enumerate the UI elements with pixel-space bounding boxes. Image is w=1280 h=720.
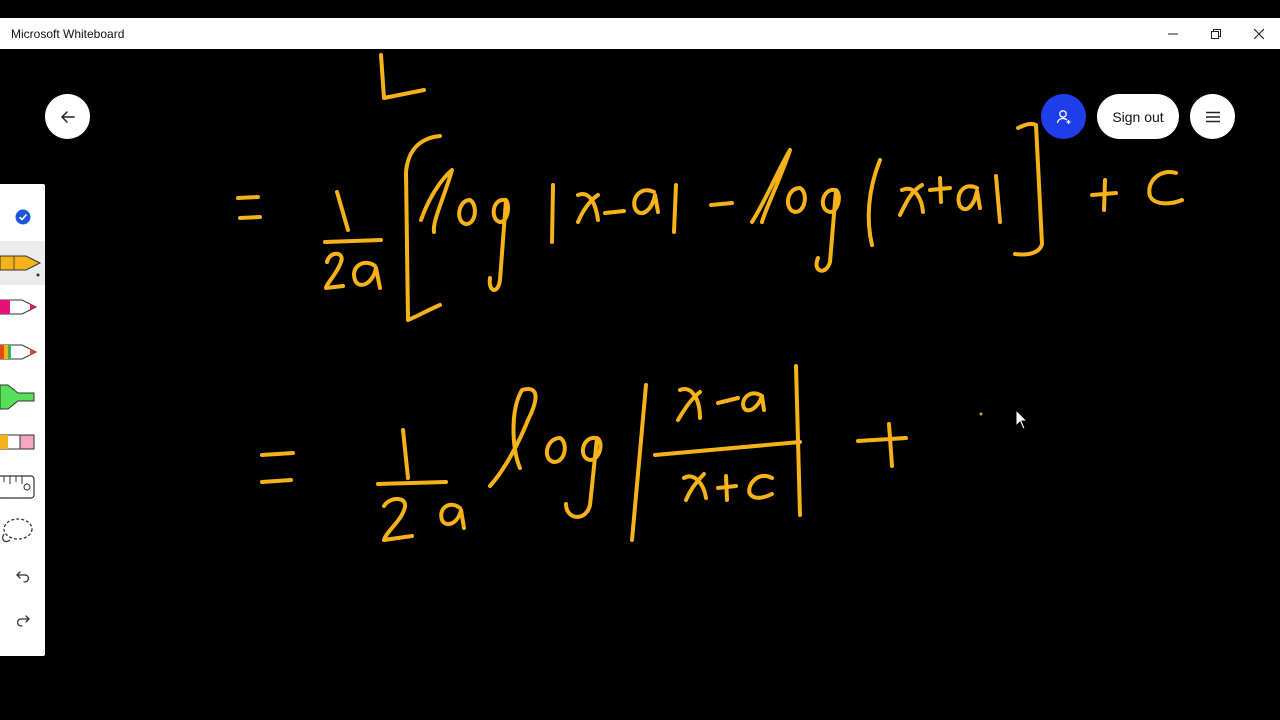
back-button[interactable] [45, 94, 90, 139]
undo-button[interactable] [0, 555, 45, 599]
select-tool[interactable] [0, 195, 45, 239]
back-arrow-icon [60, 110, 75, 123]
bottom-strip [0, 701, 1280, 720]
pink-pen-icon [0, 299, 38, 315]
close-button[interactable] [1237, 18, 1280, 49]
highlighter-tool[interactable] [0, 374, 45, 418]
multicolor-pen-tool[interactable] [0, 330, 45, 374]
restore-icon [1210, 28, 1221, 39]
pen-toolbar [0, 184, 45, 656]
multicolor-pen-icon [0, 344, 38, 360]
add-person-icon [1056, 109, 1070, 124]
eraser-icon [0, 434, 35, 450]
pink-pen-tool[interactable] [0, 285, 45, 329]
hamburger-menu-icon [1205, 111, 1220, 122]
restore-button[interactable] [1194, 18, 1237, 49]
whiteboard-canvas[interactable] [0, 49, 1280, 701]
minimize-icon [1167, 33, 1178, 34]
yellow-pen-icon [0, 255, 42, 277]
ruler-tool[interactable] [0, 465, 45, 509]
title-bar: Microsoft Whiteboard [0, 18, 1280, 49]
app-title: Microsoft Whiteboard [11, 26, 125, 41]
invite-button[interactable] [1041, 94, 1086, 139]
minimize-button[interactable] [1151, 18, 1194, 49]
yellow-pen-tool[interactable] [0, 241, 45, 285]
mouse-cursor-icon [1015, 409, 1029, 430]
undo-icon [15, 571, 29, 583]
lasso-tool[interactable] [0, 509, 45, 553]
menu-button[interactable] [1190, 94, 1235, 139]
lasso-icon [2, 518, 33, 543]
close-icon [1253, 28, 1264, 39]
highlighter-icon [0, 384, 35, 410]
redo-button[interactable] [0, 599, 45, 643]
ruler-icon [0, 475, 35, 499]
sign-out-button[interactable]: Sign out [1097, 94, 1179, 139]
redo-icon [16, 615, 30, 627]
select-check-icon [15, 209, 30, 225]
eraser-tool[interactable] [0, 420, 45, 464]
handwritten-ink [236, 53, 1184, 542]
